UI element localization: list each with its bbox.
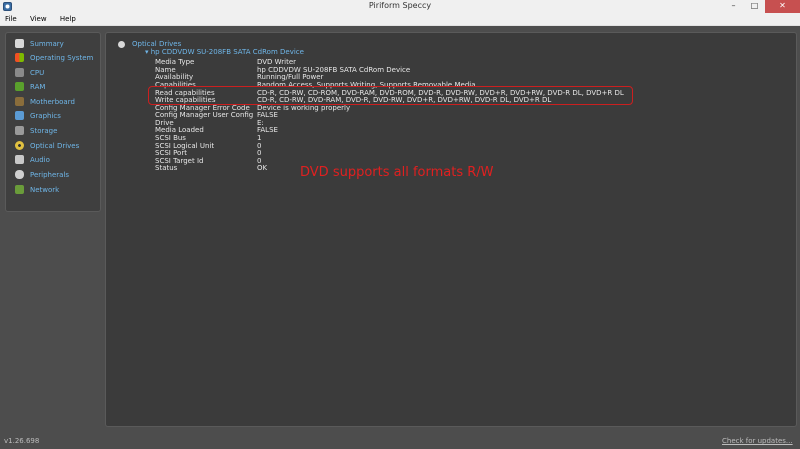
property-value: Running/Full Power: [257, 73, 324, 81]
sidebar-item-peripherals[interactable]: Peripherals: [15, 168, 69, 181]
device-title[interactable]: ▾ hp CDDVDW SU-208FB SATA CdRom Device: [145, 48, 304, 56]
hard-drive-icon: [15, 126, 24, 135]
version-label: v1.26.698: [4, 437, 40, 445]
property-key: SCSI Bus: [155, 134, 186, 142]
graphics-card-icon: [15, 111, 24, 120]
sidebar-item-label: CPU: [30, 68, 45, 77]
sidebar-item-operating-system[interactable]: Operating System: [15, 51, 93, 64]
sidebar-item-ram[interactable]: RAM: [15, 80, 45, 93]
sidebar-item-label: Graphics: [30, 111, 61, 120]
sidebar-item-cpu[interactable]: CPU: [15, 66, 44, 79]
close-button[interactable]: ✕: [765, 0, 800, 13]
sidebar-item-label: Motherboard: [30, 97, 75, 106]
window-title: Piriform Speccy: [368, 1, 432, 10]
property-key: Availability: [155, 73, 194, 81]
sidebar-item-label: Operating System: [30, 53, 94, 62]
maximize-button[interactable]: □: [744, 0, 765, 13]
sidebar-item-label: Optical Drives: [30, 141, 80, 150]
sidebar-item-label: Summary: [30, 39, 64, 48]
windows-logo-icon: [15, 53, 24, 62]
sidebar-item-optical-drives[interactable]: Optical Drives: [15, 139, 79, 152]
check-updates-link[interactable]: Check for updates...: [722, 437, 793, 445]
property-key: Media Type: [155, 58, 195, 66]
property-value: FALSE: [257, 126, 278, 134]
property-value: 0: [257, 149, 262, 157]
title-bar: Piriform Speccy – □ ✕: [0, 0, 800, 14]
sidebar-item-summary[interactable]: Summary: [15, 37, 64, 50]
annotation-text: DVD supports all formats R/W: [300, 165, 494, 180]
sidebar-item-label: Audio: [30, 155, 50, 164]
mouse-icon: [15, 170, 24, 179]
disc-icon: [15, 141, 24, 150]
ram-icon: [15, 82, 24, 91]
network-icon: [15, 185, 24, 194]
minimize-button[interactable]: –: [723, 0, 744, 13]
sidebar-item-label: Peripherals: [30, 170, 70, 179]
sidebar-item-label: Storage: [30, 126, 58, 135]
sidebar-item-storage[interactable]: Storage: [15, 124, 57, 137]
section-bullet-icon: [118, 41, 125, 48]
section-title: Optical Drives: [132, 40, 182, 48]
sidebar-item-graphics[interactable]: Graphics: [15, 109, 61, 122]
menu-file[interactable]: File: [5, 13, 17, 25]
sidebar-item-audio[interactable]: Audio: [15, 153, 50, 166]
property-key: Status: [155, 164, 178, 172]
property-key: SCSI Port: [155, 149, 187, 157]
property-value: DVD Writer: [257, 58, 297, 66]
property-value: 1: [257, 134, 262, 142]
cpu-icon: [15, 68, 24, 77]
property-key: Config Manager User Config: [155, 111, 254, 119]
window-controls: – □ ✕: [723, 0, 800, 13]
motherboard-icon: [15, 97, 24, 106]
property-value: FALSE: [257, 111, 278, 119]
sidebar-item-motherboard[interactable]: Motherboard: [15, 95, 75, 108]
speaker-icon: [15, 155, 24, 164]
property-value: OK: [257, 164, 268, 172]
sidebar-item-label: Network: [30, 185, 60, 194]
sidebar-item-label: RAM: [30, 82, 46, 91]
property-key: Media Loaded: [155, 126, 204, 134]
sidebar-item-network[interactable]: Network: [15, 183, 59, 196]
menu-view[interactable]: View: [30, 13, 47, 25]
menu-help[interactable]: Help: [60, 13, 76, 25]
sidebar: Summary Operating System CPU RAM Motherb…: [5, 32, 101, 212]
menu-bar: File View Help: [0, 13, 800, 26]
highlight-box: [148, 86, 633, 105]
summary-icon: [15, 39, 24, 48]
